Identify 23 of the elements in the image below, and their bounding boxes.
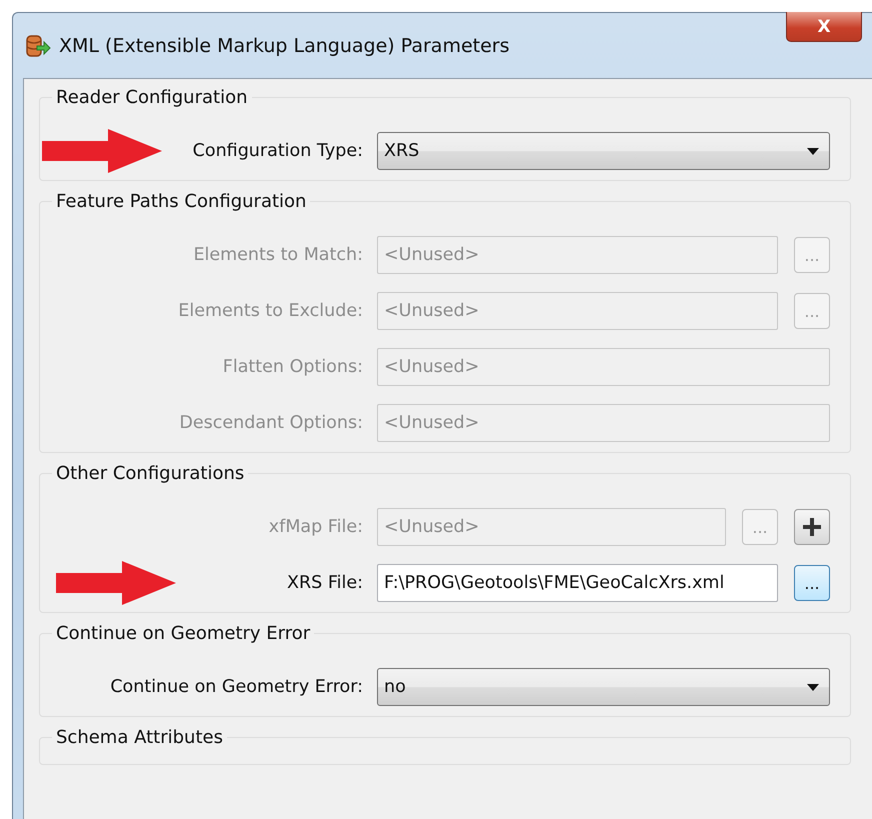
field-label: Flatten Options:: [222, 357, 363, 377]
group-title: Feature Paths Configuration: [55, 191, 308, 212]
field-label: Elements to Match:: [192, 245, 363, 265]
group-title: Schema Attributes: [55, 727, 224, 748]
group-title: Continue on Geometry Error: [55, 623, 312, 644]
dropdown-caret-icon: [807, 148, 819, 154]
group-title: Other Configurations: [55, 463, 246, 484]
database-arrow-icon: [25, 32, 51, 58]
field-label: XRS File:: [286, 573, 363, 593]
field-label: Configuration Type:: [192, 141, 363, 161]
window-title: XML (Extensible Markup Language) Parameters: [59, 34, 510, 56]
close-button[interactable]: X: [786, 12, 862, 42]
plus-icon: [802, 517, 822, 537]
dropdown-caret-icon: [807, 684, 819, 690]
field-label: Continue on Geometry Error:: [109, 677, 363, 697]
field-label: xfMap File:: [268, 517, 363, 537]
dropdown[interactable]: XRS: [377, 132, 830, 170]
field-label: Descendant Options:: [178, 413, 363, 433]
dropdown[interactable]: no: [377, 668, 830, 706]
input-field[interactable]: F:\PROG\Geotools\FME\GeoCalcXrs.xml: [377, 564, 778, 602]
field-label: Elements to Exclude:: [177, 301, 363, 321]
browse-button[interactable]: ...: [794, 565, 830, 601]
group-title: Reader Configuration: [55, 87, 248, 108]
